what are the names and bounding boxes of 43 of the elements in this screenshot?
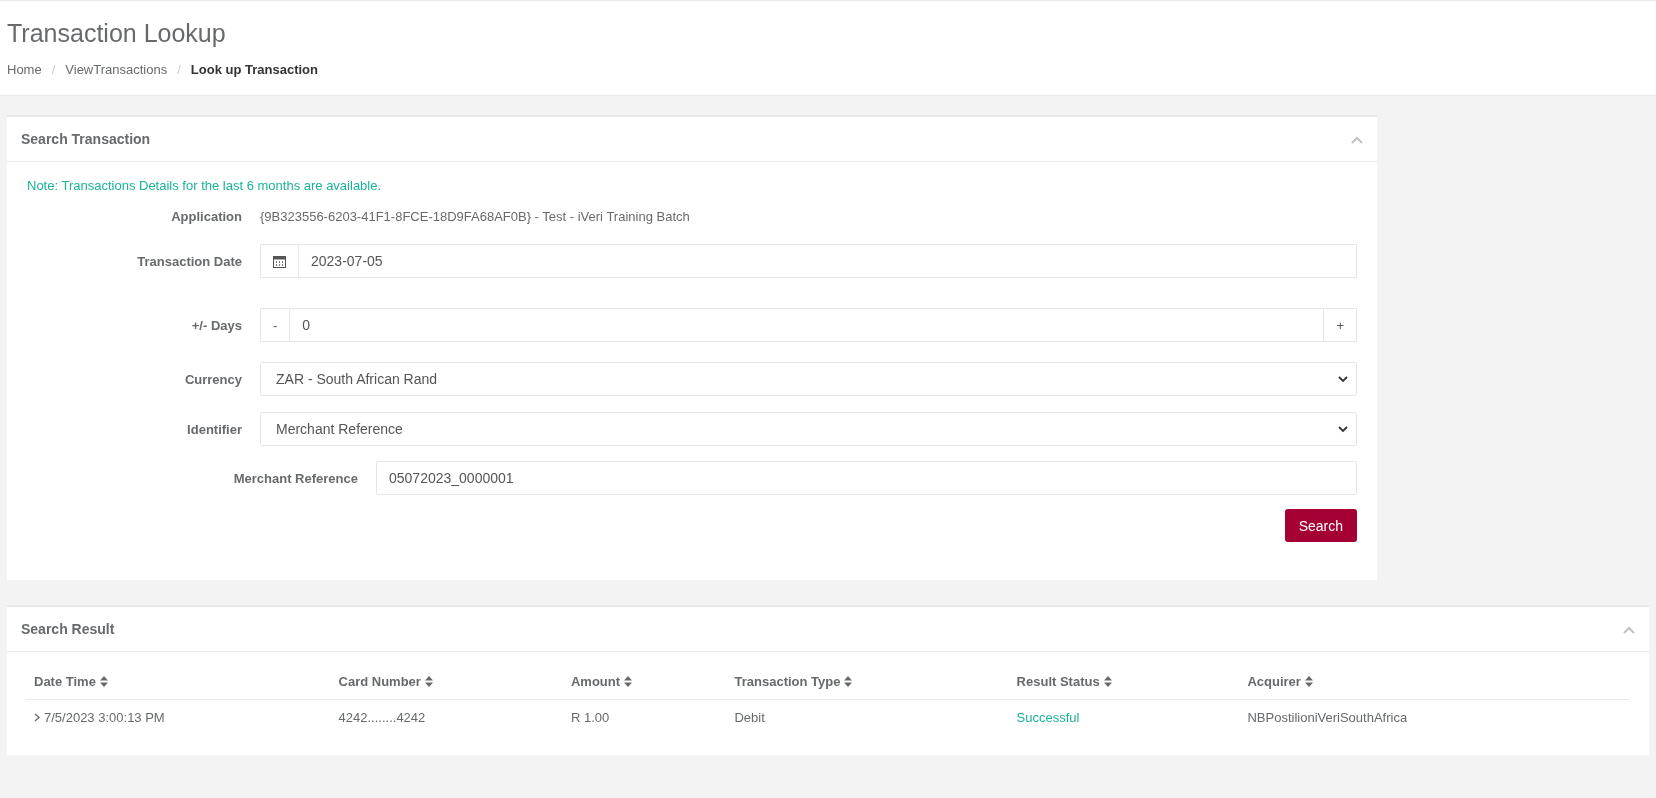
page-title: Transaction Lookup — [7, 19, 227, 48]
field-label: Merchant Reference — [232, 470, 358, 486]
column-header[interactable]: Transaction Type — [726, 660, 1009, 700]
sort-icon[interactable] — [424, 676, 433, 687]
chevron-right-icon[interactable] — [34, 713, 40, 722]
column-header[interactable]: Card Number — [330, 660, 563, 700]
calendar-icon[interactable] — [273, 254, 286, 268]
breadcrumb-separator: / — [51, 62, 56, 77]
select-field[interactable]: Merchant Reference — [260, 412, 1357, 446]
application-value: {9B323556-6203-41F1-8FCE-18D9FA68AF0B} - Test - iVeri Training Batch — [260, 209, 691, 224]
sort-icon[interactable] — [844, 676, 853, 687]
note-text: Note: Transactions Details for the last 6 months are available. — [27, 178, 383, 193]
table-cell: 4242........4242 — [330, 699, 563, 735]
column-header[interactable]: Amount — [563, 660, 727, 700]
table-cell: NBPostilioniVeriSouthAfrica — [1239, 699, 1629, 735]
column-header[interactable]: Acquirer — [1239, 660, 1629, 700]
sort-icon[interactable] — [99, 676, 108, 687]
field-label: Transaction Date — [136, 253, 242, 269]
sort-icon[interactable] — [1103, 676, 1112, 687]
field-label: +/- Days — [190, 317, 242, 333]
breadcrumb-link[interactable]: ViewTransactions — [65, 62, 168, 77]
breadcrumb-current: Look up Transaction — [190, 62, 318, 77]
table-cell: Successful — [1008, 699, 1240, 735]
table-cell: R 1.00 — [563, 699, 727, 735]
field-label: Application — [170, 209, 242, 224]
input-field[interactable]: 05072023_0000001 — [376, 461, 1357, 495]
sort-icon[interactable] — [624, 676, 633, 687]
breadcrumb-separator: / — [177, 62, 181, 77]
panel-title: Search Result — [21, 621, 115, 637]
field-label: Currency — [183, 371, 242, 387]
breadcrumb-link[interactable]: Home — [7, 62, 42, 77]
search-button[interactable]: Search — [1284, 509, 1357, 542]
plus-button[interactable]: + — [1324, 308, 1357, 342]
select-field[interactable]: ZAR - South African Rand — [260, 362, 1357, 396]
date-field[interactable]: 2023-07-05 — [298, 244, 1357, 278]
column-header[interactable]: Result Status — [1008, 660, 1240, 700]
table-cell: 7/5/2023 3:00:13 PM — [26, 699, 331, 735]
days-field[interactable]: 0 — [289, 308, 1325, 342]
table-cell: Debit — [726, 699, 1009, 735]
sort-icon[interactable] — [1304, 676, 1313, 687]
column-header[interactable]: Date Time — [26, 660, 331, 700]
panel-title: Search Transaction — [21, 131, 151, 147]
field-label: Identifier — [186, 421, 242, 437]
